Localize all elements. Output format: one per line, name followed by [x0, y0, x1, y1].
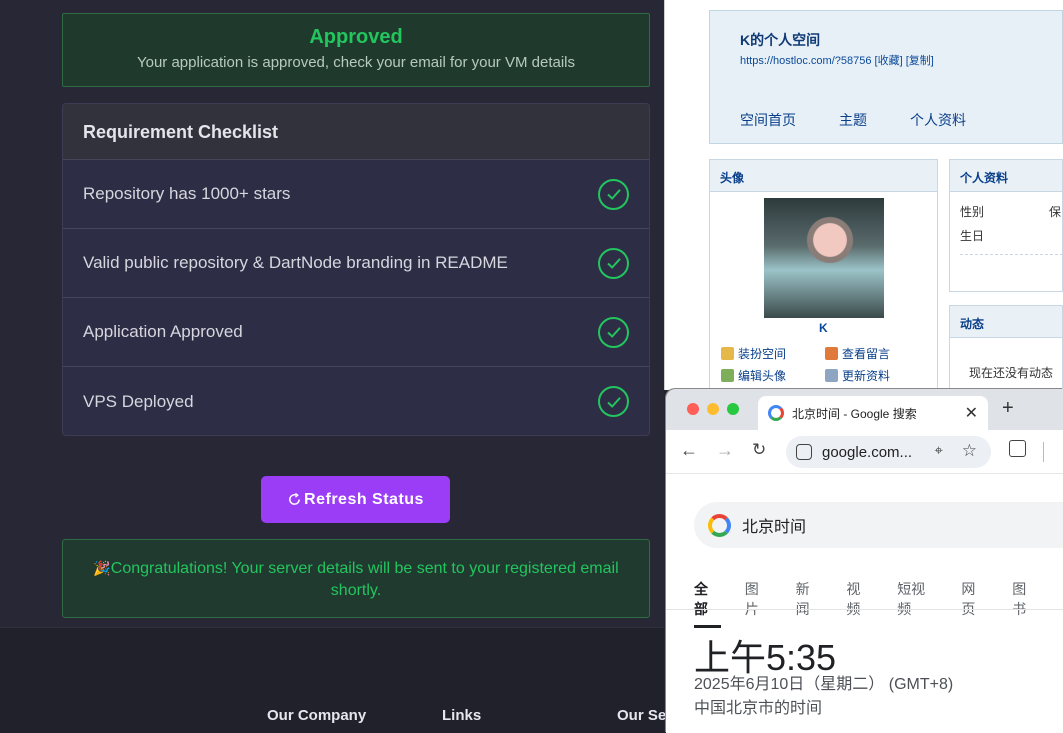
- refresh-icon: [289, 492, 300, 505]
- close-window-button[interactable]: [687, 403, 699, 415]
- field-gender-value: 保: [1049, 205, 1062, 219]
- link-view-messages[interactable]: 查看留言: [825, 345, 890, 362]
- congrats-message: Congratulations! Your server details wil…: [110, 560, 619, 599]
- time-location: 中国北京市的时间: [694, 700, 823, 717]
- address-text: google.com...: [822, 443, 913, 461]
- google-logo-icon: [708, 514, 731, 537]
- browser-tab[interactable]: 北京时间 - Google 搜索 ✕: [758, 396, 988, 430]
- extensions-icon[interactable]: [1009, 440, 1026, 457]
- link-label: 装扮空间: [738, 347, 787, 361]
- link-label: 编辑头像: [738, 369, 787, 383]
- checklist-item: Repository has 1000+ stars: [63, 160, 649, 229]
- party-icon: 🎉: [93, 560, 111, 576]
- tab-title: 北京时间 - Google 搜索: [792, 406, 917, 421]
- image-icon: [721, 369, 734, 382]
- checklist-item-label: Valid public repository & DartNode brand…: [83, 253, 508, 272]
- profile-panel: 个人资料: [949, 159, 1063, 292]
- checklist-item: VPS Deployed: [63, 367, 649, 435]
- checklist-item-label: Repository has 1000+ stars: [83, 184, 291, 203]
- tab-web[interactable]: 网页: [961, 579, 988, 628]
- minimize-window-button[interactable]: [707, 403, 719, 415]
- id-card-icon: [825, 369, 838, 382]
- new-tab-icon[interactable]: +: [1002, 397, 1014, 420]
- checklist-item: Valid public repository & DartNode brand…: [63, 229, 649, 298]
- approved-message: Your application is approved, check your…: [136, 54, 575, 71]
- avatar-panel-title: 头像: [710, 160, 937, 192]
- chrome-window: 北京时间 - Google 搜索 ✕ + ← → ↻ google.com...…: [666, 389, 1063, 733]
- footer-heading-services: Our Se: [617, 707, 667, 724]
- check-circle-icon: [598, 178, 629, 210]
- field-gender-label: 性别: [960, 205, 985, 219]
- feed-empty-text: 现在还没有动态: [969, 366, 1054, 380]
- link-label: 查看留言: [842, 347, 891, 361]
- field-birthday-label: 生日: [960, 229, 985, 243]
- footer-heading-company: Our Company: [267, 707, 367, 724]
- google-search-box[interactable]: 北京时间: [694, 502, 1063, 548]
- nav-profile[interactable]: 个人资料: [910, 110, 966, 130]
- profile-panel-title: 个人资料: [950, 160, 1062, 192]
- maximize-window-button[interactable]: [727, 403, 739, 415]
- checklist-item-label: Application Approved: [83, 322, 243, 341]
- forward-icon[interactable]: →: [716, 440, 734, 461]
- checklist-item-label: VPS Deployed: [83, 391, 194, 411]
- avatar-name[interactable]: K: [819, 321, 828, 335]
- tab-images[interactable]: 图片: [745, 579, 772, 628]
- checklist-item: Application Approved: [63, 298, 649, 367]
- bookmark-star-icon[interactable]: ☆: [962, 441, 977, 461]
- check-circle-icon: [598, 386, 629, 417]
- space-url[interactable]: https://hostloc.com/?58756 [收藏] [复制]: [740, 52, 934, 68]
- address-bar[interactable]: google.com... ⌖ ☆: [786, 436, 991, 468]
- nav-space-home[interactable]: 空间首页: [740, 110, 796, 130]
- nav-topics[interactable]: 主题: [839, 110, 867, 130]
- toolbar-divider: [1043, 442, 1044, 462]
- reload-icon[interactable]: ↻: [752, 440, 766, 460]
- site-info-icon[interactable]: [796, 444, 812, 460]
- tabs-divider: [666, 609, 1063, 610]
- refresh-status-button[interactable]: Refresh Status: [261, 476, 450, 523]
- location-icon[interactable]: ⌖: [935, 442, 943, 459]
- footer-heading-links: Links: [442, 707, 482, 724]
- approved-banner: Approved Your application is approved, c…: [62, 13, 650, 87]
- pencil-icon: [825, 347, 838, 360]
- check-circle-icon: [598, 247, 629, 279]
- tab-strip: 北京时间 - Google 搜索 ✕ +: [666, 389, 1063, 430]
- feed-panel-title: 动态: [950, 306, 1062, 338]
- browser-toolbar: ← → ↻ google.com... ⌖ ☆: [666, 430, 1063, 474]
- tab-videos[interactable]: 视频: [846, 579, 873, 628]
- search-filter-tabs: 全部 图片 新闻 视频 短视频 网页 图书: [694, 579, 1063, 628]
- congrats-banner: 🎉Congratulations! Your server details wi…: [62, 539, 650, 618]
- google-favicon-icon: [768, 405, 784, 421]
- requirement-checklist: Requirement Checklist Repository has 100…: [62, 103, 650, 436]
- link-update-profile[interactable]: 更新资料: [825, 367, 890, 384]
- check-circle-icon: [598, 316, 629, 348]
- divider: [960, 254, 1063, 255]
- link-label: 更新资料: [842, 369, 891, 383]
- search-query: 北京时间: [742, 519, 807, 536]
- tab-all[interactable]: 全部: [694, 579, 721, 628]
- approved-title: Approved: [309, 26, 403, 48]
- link-decorate-space[interactable]: 装扮空间: [721, 345, 786, 362]
- current-date: 2025年6月10日（星期二） (GMT+8): [694, 676, 954, 693]
- avatar[interactable]: [764, 198, 884, 318]
- tab-news[interactable]: 新闻: [796, 579, 823, 628]
- close-tab-icon[interactable]: ✕: [965, 403, 978, 423]
- back-icon[interactable]: ←: [680, 440, 698, 461]
- link-edit-avatar[interactable]: 编辑头像: [721, 367, 786, 384]
- checklist-title: Requirement Checklist: [63, 104, 649, 160]
- tab-books[interactable]: 图书: [1012, 579, 1039, 628]
- refresh-status-label: Refresh Status: [304, 490, 424, 508]
- wand-icon: [721, 347, 734, 360]
- space-title[interactable]: K的个人空间: [740, 30, 820, 50]
- tab-short-videos[interactable]: 短视频: [897, 579, 937, 628]
